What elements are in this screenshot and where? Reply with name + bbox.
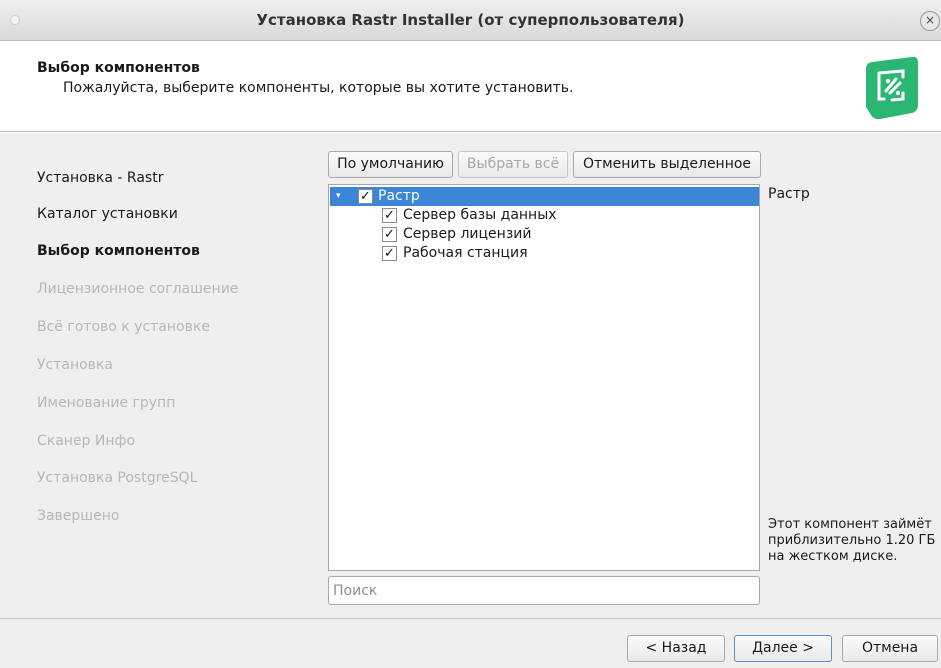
component-rastr-label: Растр [378,188,420,204]
step-install-postgresql: Установка PostgreSQL [37,470,198,486]
installer-logo-icon [866,56,918,120]
next-button[interactable]: Далее > [734,635,832,662]
title-bar: Установка Rastr Installer (от суперпольз… [0,0,941,41]
step-finished: Завершено [37,508,120,524]
search-box[interactable] [328,576,760,605]
component-db-server-checkbox[interactable]: ✓ [382,208,397,223]
component-workstation[interactable]: ✓ Рабочая станция [330,244,759,263]
component-rastr[interactable]: ▾ ✓ Растр [330,187,759,206]
default-button[interactable]: По умолчанию [328,151,453,178]
component-db-server[interactable]: ✓ Сервер базы данных [330,206,759,225]
component-rastr-checkbox[interactable]: ✓ [358,189,373,204]
step-select-components: Выбор компонентов [37,243,200,259]
component-size-info: Этот компонент займёт приблизительно 1.2… [768,517,936,564]
component-license-server[interactable]: ✓ Сервер лицензий [330,225,759,244]
component-license-server-label: Сервер лицензий [403,226,532,242]
step-install-directory: Каталог установки [37,206,178,222]
component-workstation-checkbox[interactable]: ✓ [382,246,397,261]
component-db-server-label: Сервер базы данных [403,207,557,223]
page-header: Выбор компонентов Пожалуйста, выберите к… [0,42,941,132]
close-icon[interactable]: × [920,11,940,31]
component-description-title: Растр [768,186,810,202]
step-license-agreement: Лицензионное соглашение [37,281,239,297]
page-subtitle: Пожалуйста, выберите компоненты, которые… [63,80,574,96]
search-input[interactable] [329,577,759,604]
expand-arrow-icon[interactable]: ▾ [336,187,341,206]
window-title: Установка Rastr Installer (от суперпольз… [256,11,685,29]
components-tree[interactable]: ▾ ✓ Растр ✓ Сервер базы данных ✓ Сервер … [328,184,760,571]
step-scanner-info: Сканер Инфо [37,433,136,449]
cancel-button[interactable]: Отмена [842,635,938,662]
select-all-button[interactable]: Выбрать всё [458,151,568,178]
component-license-server-checkbox[interactable]: ✓ [382,227,397,242]
step-group-naming: Именование групп [37,395,176,411]
page-title: Выбор компонентов [37,60,200,76]
step-ready-to-install: Всё готово к установке [37,319,210,335]
component-workstation-label: Рабочая станция [403,245,528,261]
back-button[interactable]: < Назад [627,635,725,662]
step-installing: Установка [37,357,113,373]
deselect-button[interactable]: Отменить выделенное [573,151,761,178]
step-installation-rastr: Установка - Rastr [37,170,164,186]
